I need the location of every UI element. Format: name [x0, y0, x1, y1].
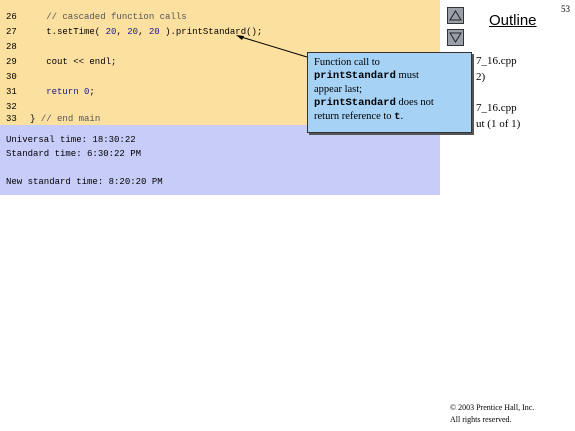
code-token: 20: [105, 27, 117, 37]
outline-item-3[interactable]: 7_16.cpp: [476, 102, 517, 114]
code-token: 20: [148, 27, 160, 37]
outline-title: Outline: [489, 12, 537, 29]
line-number: 30: [6, 72, 17, 82]
callout-line-2: printStandard must: [314, 69, 465, 83]
callout-text-return-ref: return reference to: [314, 111, 395, 122]
copyright-line-1: © 2003 Prentice Hall, Inc.: [450, 403, 535, 412]
outline-item-1[interactable]: 7_16.cpp: [476, 55, 517, 67]
callout-code-printstandard: printStandard: [314, 70, 396, 82]
line-number: 26: [6, 12, 17, 22]
callout-text-period: .: [400, 111, 404, 122]
callout-line-3: appear last;: [314, 84, 363, 95]
code-text: return 0;: [30, 85, 95, 100]
pager-up-button[interactable]: [447, 7, 464, 24]
line-number: 27: [6, 27, 17, 37]
line-number: 31: [6, 87, 17, 97]
code-token: ).printStandard();: [159, 27, 263, 37]
outline-item-2: 2): [476, 71, 486, 83]
line-number: 28: [6, 42, 17, 52]
callout-box: Function call to printStandard must appe…: [307, 52, 472, 133]
code-token: 20: [127, 27, 139, 37]
output-line: Universal time: 18:30:22: [6, 135, 136, 145]
callout-line-4: printStandard does not: [314, 96, 465, 110]
code-token: return: [46, 87, 79, 97]
code-text: t.setTime( 20, 20, 20 ).printStandard();: [30, 25, 262, 40]
code-token: ;: [89, 87, 95, 97]
copyright-line-2: All rights reserved.: [450, 415, 512, 424]
triangle-down-icon: [449, 32, 462, 43]
code-token: cout << endl;: [30, 57, 117, 67]
output-panel: Universal time: 18:30:22 Standard time: 6…: [0, 125, 440, 195]
line-number: 29: [6, 57, 17, 67]
code-token: }: [30, 114, 41, 124]
output-line: Standard time: 6:30:22 PM: [6, 149, 142, 159]
code-token: t.setTime(: [30, 27, 106, 37]
code-token: // end main: [40, 114, 101, 124]
code-token: ,: [138, 27, 149, 37]
pager-down-button[interactable]: [447, 29, 464, 46]
triangle-up-icon: [449, 10, 462, 21]
callout-code-printstandard-2: printStandard: [314, 97, 396, 109]
code-token: ,: [116, 27, 128, 37]
output-line: New standard time: 8:20:20 PM: [6, 177, 163, 187]
outline-item-4: ut (1 of 1): [476, 118, 521, 130]
callout-text-does-not: does not: [395, 97, 434, 108]
code-token: // cascaded function calls: [30, 12, 187, 22]
code-text: // cascaded function calls: [30, 10, 187, 25]
callout-line-5: return reference to t.: [314, 110, 465, 124]
slide-number: 53: [561, 4, 570, 14]
callout-text-must: must: [395, 70, 419, 81]
code-text: cout << endl;: [30, 55, 116, 70]
callout-line-1: Function call to: [314, 57, 380, 68]
